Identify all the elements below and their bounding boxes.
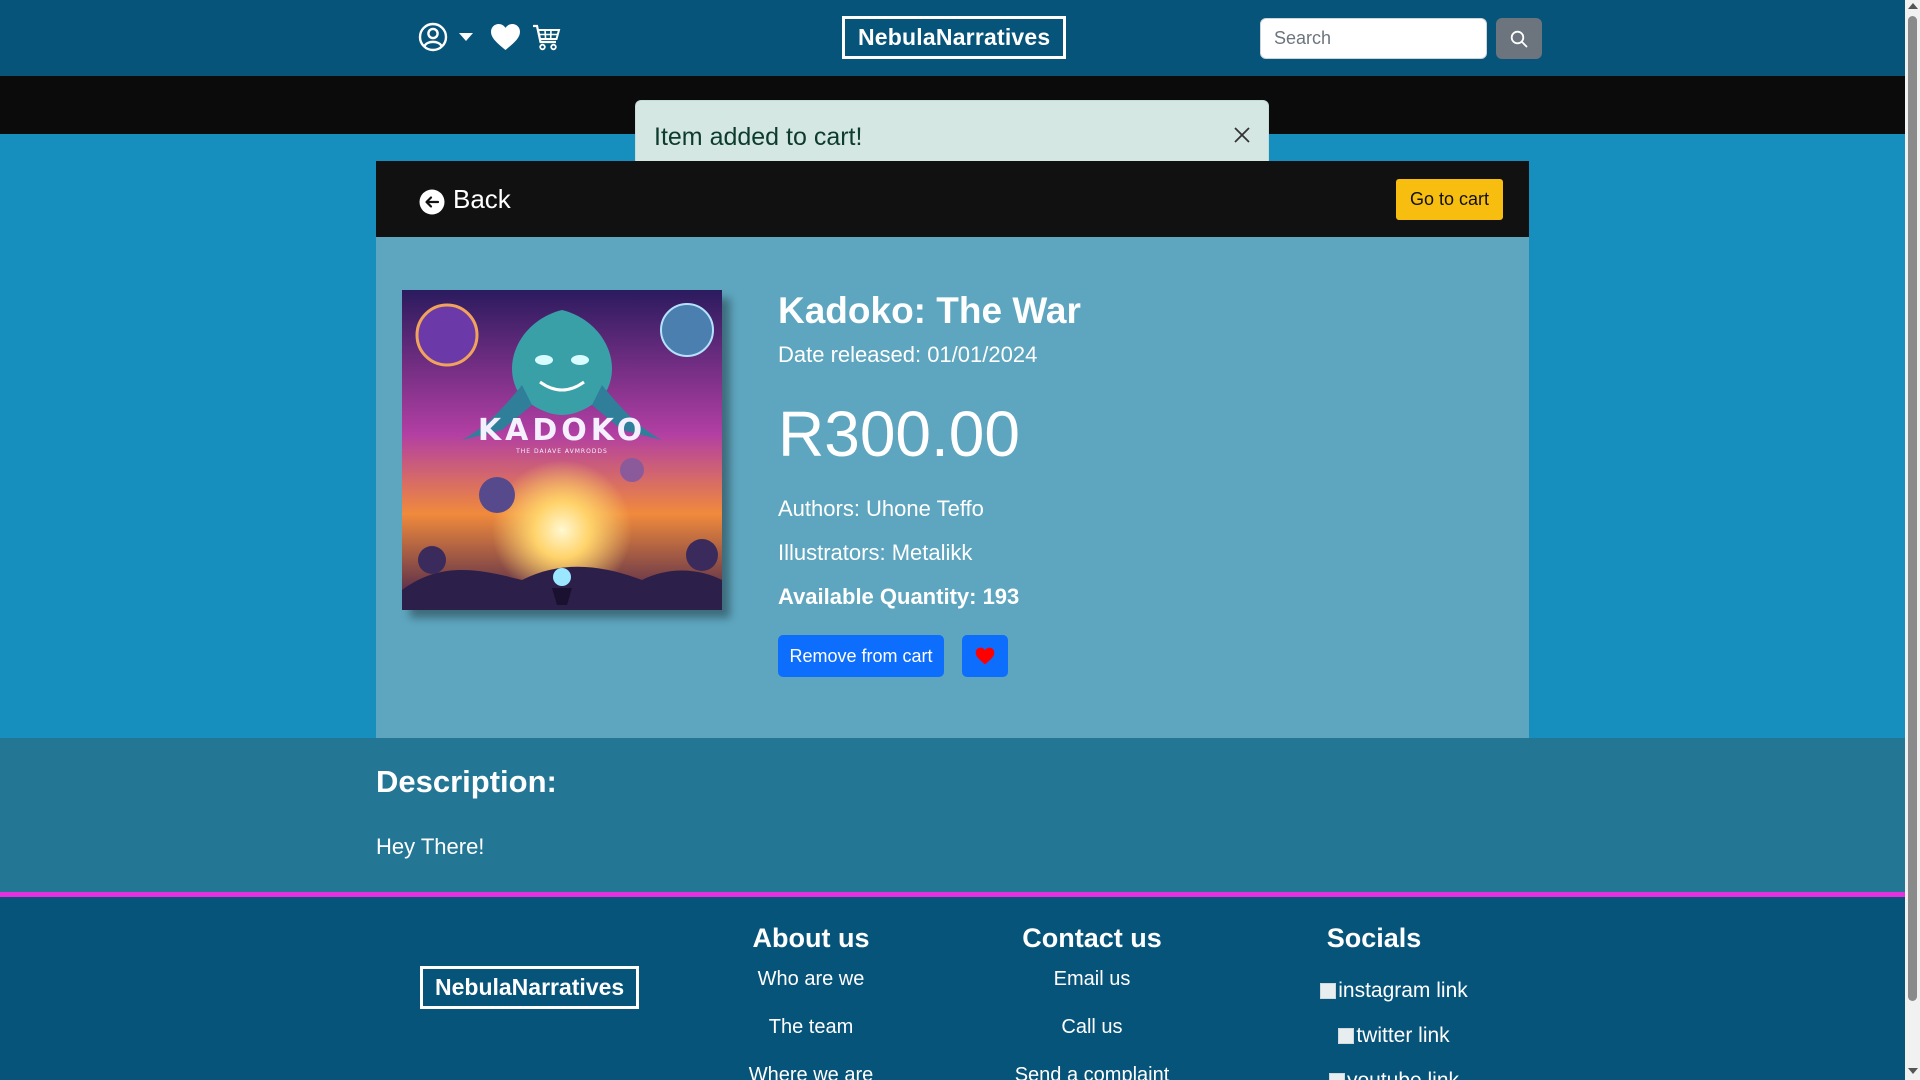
product-title: Kadoko: The War	[778, 290, 1081, 331]
heart-icon[interactable]	[490, 23, 521, 51]
product-card-header: Back Go to cart	[376, 161, 1529, 237]
heart-icon	[975, 647, 995, 665]
back-label: Back	[453, 183, 511, 214]
about-heading: About us	[752, 923, 870, 953]
go-to-cart-button[interactable]: Go to cart	[1396, 179, 1503, 220]
broken-image-icon	[1328, 1072, 1345, 1080]
product-card-body: KADOKO THE DAIAVE AVMRODDS Kadoko: The W…	[376, 237, 1529, 738]
footer-brand-logo[interactable]: NebulaNarratives	[420, 966, 640, 1009]
release-date: Date released: 01/01/2024	[778, 342, 1038, 367]
product-illustrators: Illustrators: Metalikk	[778, 540, 973, 565]
broken-image-icon	[1338, 1027, 1355, 1044]
broken-image-icon	[1320, 982, 1337, 999]
toast-message: Item added to cart!	[654, 123, 863, 151]
close-icon[interactable]	[1232, 125, 1252, 145]
search-icon	[1510, 30, 1528, 47]
description-section: Description: Hey There!	[0, 738, 1905, 892]
description-heading: Description:	[376, 764, 557, 799]
footer-link-where-we-are[interactable]: Where we are	[681, 1064, 941, 1080]
back-button[interactable]: Back	[419, 183, 511, 215]
scroll-down-arrow-icon[interactable]	[1908, 1068, 1918, 1074]
footer-about-column: About us Who are we The team Where we ar…	[681, 923, 941, 1080]
cover-subtitle: THE DAIAVE AVMRODDS	[515, 448, 608, 455]
book-cover-image: KADOKO THE DAIAVE AVMRODDS	[402, 290, 722, 610]
product-price: R300.00	[778, 398, 1020, 470]
page-scrollbar[interactable]	[1905, 0, 1920, 1080]
twitter-link-alt: twitter link	[1356, 1023, 1450, 1047]
remove-from-cart-button[interactable]: Remove from cart	[778, 635, 944, 677]
youtube-link-alt: youtube link	[1346, 1068, 1460, 1080]
description-text: Hey There!	[376, 834, 485, 859]
search-input[interactable]	[1260, 18, 1487, 59]
socials-heading: Socials	[1326, 923, 1422, 953]
favorite-button[interactable]	[962, 635, 1008, 677]
scroll-up-arrow-icon[interactable]	[1908, 3, 1918, 9]
footer-link-email-us[interactable]: Email us	[962, 968, 1222, 1016]
instagram-link-alt: instagram link	[1338, 978, 1468, 1002]
user-circle-icon[interactable]	[418, 22, 448, 52]
footer-link-the-team[interactable]: The team	[681, 1016, 941, 1064]
top-navbar: NebulaNarratives	[0, 0, 1905, 76]
arrow-left-circle-icon	[419, 189, 445, 215]
search-button[interactable]	[1496, 18, 1542, 59]
available-quantity: Available Quantity: 193	[778, 584, 1020, 609]
instagram-link[interactable]: instagram link	[1284, 968, 1504, 1013]
footer-link-call-us[interactable]: Call us	[962, 1016, 1222, 1064]
footer: NebulaNarratives About us Who are we The…	[0, 897, 1905, 1080]
contact-heading: Contact us	[1022, 923, 1162, 953]
cart-icon[interactable]	[531, 22, 561, 52]
nav-icon-group	[418, 22, 561, 52]
footer-link-who-are-we[interactable]: Who are we	[681, 968, 941, 1016]
caret-down-icon[interactable]	[458, 32, 474, 42]
cover-title: KADOKO	[478, 413, 646, 448]
scroll-thumb[interactable]	[1908, 16, 1917, 1001]
footer-contact-column: Contact us Email us Call us Send a compl…	[962, 923, 1222, 1080]
footer-socials-column: Socials instagram link twitter link yout…	[1244, 923, 1504, 1080]
brand-logo[interactable]: NebulaNarratives	[842, 16, 1067, 59]
twitter-link[interactable]: twitter link	[1284, 1013, 1504, 1058]
youtube-link[interactable]: youtube link	[1284, 1058, 1504, 1080]
footer-link-send-complaint[interactable]: Send a complaint	[962, 1064, 1222, 1080]
product-authors: Authors: Uhone Teffo	[778, 496, 984, 521]
